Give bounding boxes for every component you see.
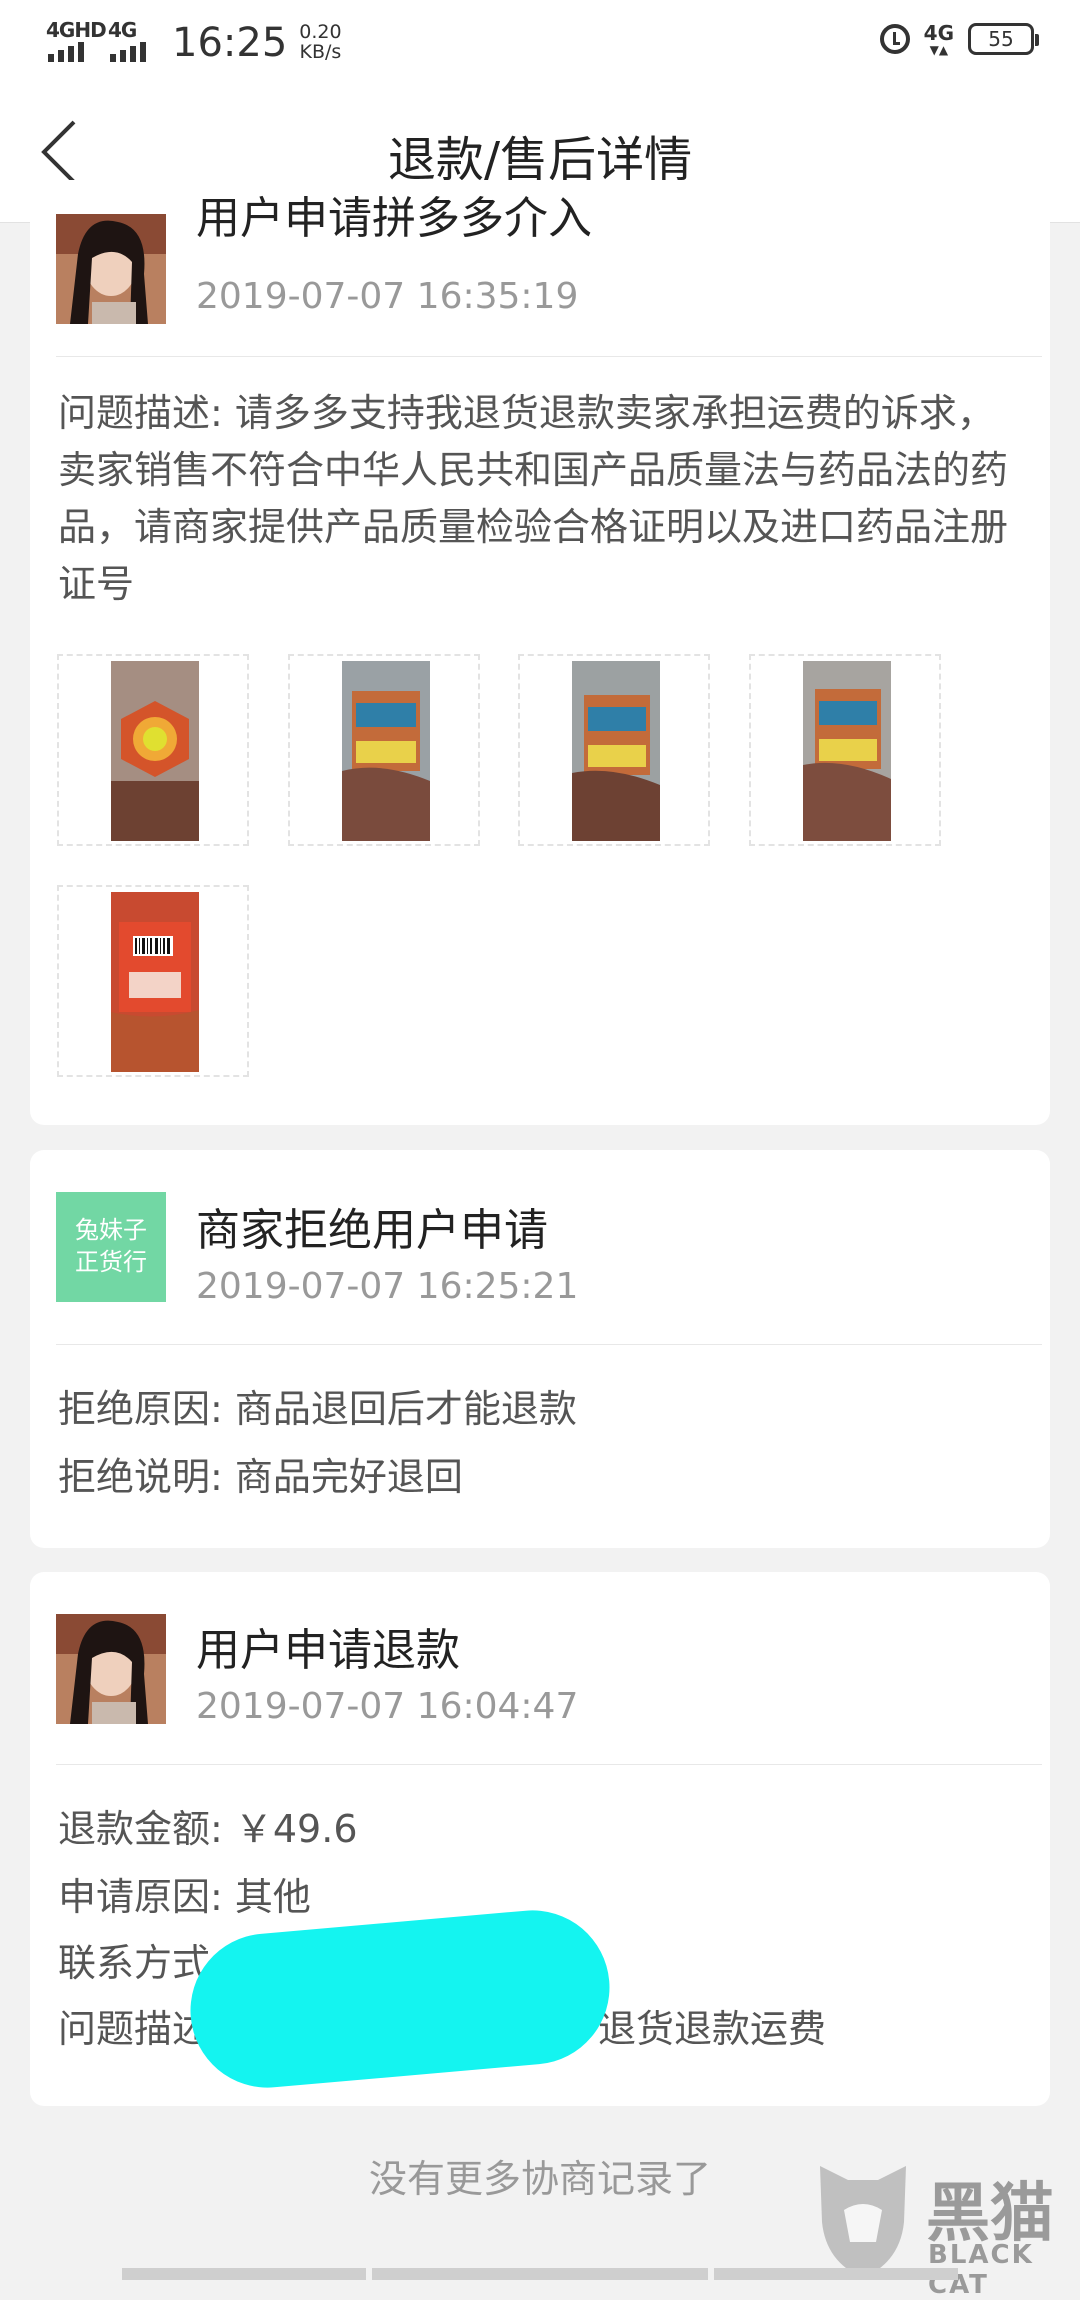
- avatar: [56, 214, 166, 324]
- evidence-image[interactable]: [57, 885, 249, 1077]
- network-speed: 0.20 KB/s: [299, 22, 341, 62]
- signal-label: 4G: [108, 18, 137, 42]
- record-time: 2019-07-07 16:25:21: [196, 1266, 579, 1307]
- apply-reason: 申请原因: 其他: [58, 1875, 311, 1919]
- record-card-merchant-reject: 兔妹子 正货行 商家拒绝用户申请 2019-07-07 16:25:21 拒绝原…: [30, 1150, 1050, 1548]
- evidence-photo: [111, 892, 199, 1072]
- problem-text-visible: 退货退款运费: [598, 2007, 827, 2051]
- divider: [56, 1344, 1042, 1345]
- evidence-photo: [342, 661, 430, 841]
- record-title: 用户申请拼多多介入: [196, 193, 592, 244]
- problem-label: 问题描述: [58, 2007, 211, 2051]
- evidence-photo: [572, 661, 660, 841]
- record-title: 商家拒绝用户申请: [196, 1205, 548, 1256]
- shop-name-line1: 兔妹子: [75, 1216, 147, 1244]
- clock: 16:25: [172, 20, 288, 66]
- reject-reason: 拒绝原因: 商品退回后才能退款: [58, 1387, 577, 1431]
- record-title: 用户申请退款: [196, 1625, 460, 1676]
- bottom-bar-hint: [0, 2268, 1080, 2280]
- evidence-image[interactable]: [288, 654, 480, 846]
- divider: [56, 1764, 1042, 1765]
- evidence-image[interactable]: [57, 654, 249, 846]
- contact-label: 联系方式: [58, 1941, 211, 1985]
- shop-avatar: 兔妹子 正货行: [56, 1192, 166, 1302]
- evidence-photo: [803, 661, 891, 841]
- avatar: [56, 1614, 166, 1724]
- record-time: 2019-07-07 16:04:47: [196, 1686, 579, 1727]
- signal-icon: 4G: [108, 18, 148, 62]
- reject-note: 拒绝说明: 商品完好退回: [58, 1455, 463, 1499]
- shop-name-line2: 正货行: [75, 1248, 147, 1276]
- signal-icon: 4GHD: [46, 18, 107, 62]
- signal-label: 4GHD: [46, 18, 107, 42]
- evidence-image[interactable]: [749, 654, 941, 846]
- evidence-photo: [111, 661, 199, 841]
- status-bar: 4GHD 4G 16:25 0.20 KB/s 4G ▼▲ 55: [0, 0, 1080, 80]
- network-label: 4G: [923, 21, 954, 45]
- evidence-image[interactable]: [518, 654, 710, 846]
- divider: [56, 356, 1042, 357]
- speed-unit: KB/s: [299, 41, 342, 63]
- record-time: 2019-07-07 16:35:19: [196, 276, 579, 317]
- network-icon: 4G ▼▲: [923, 21, 954, 57]
- battery-icon: 55: [968, 23, 1039, 55]
- speed-value: 0.20: [299, 21, 342, 43]
- problem-description: 问题描述: 请多多支持我退货退款卖家承担运费的诉求，卖家销售不符合中华人民共和国…: [58, 391, 1009, 606]
- refund-amount: 退款金额: ￥49.6: [58, 1807, 358, 1851]
- record-card-platform-intervention: 用户申请拼多多介入 2019-07-07 16:35:19 问题描述: 请多多支…: [30, 180, 1050, 1125]
- alarm-icon: [879, 24, 910, 54]
